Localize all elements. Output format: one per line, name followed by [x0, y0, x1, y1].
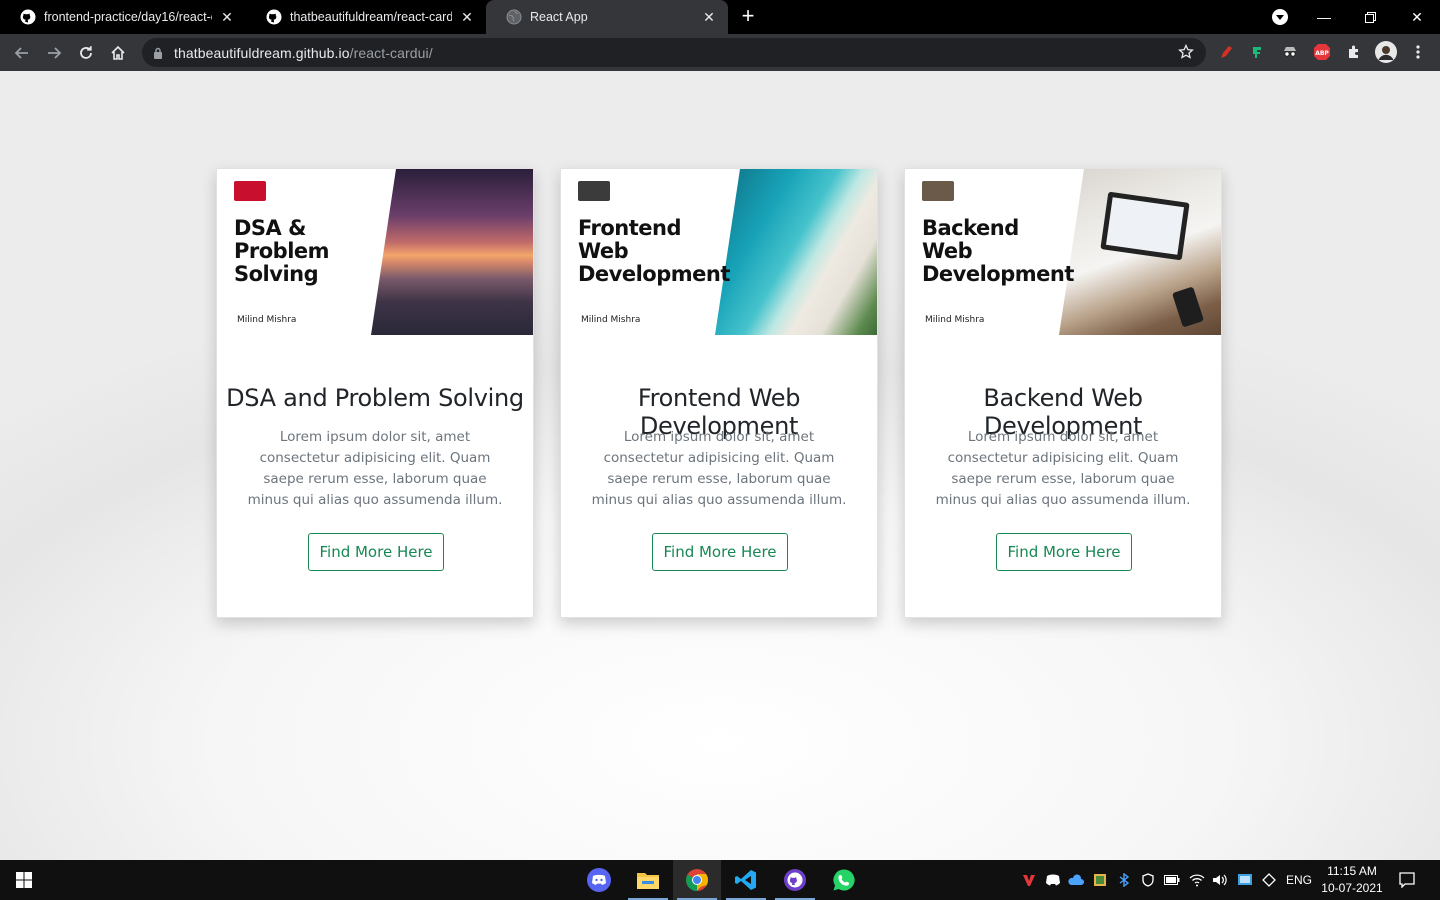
- beach-palm-image: [715, 169, 877, 335]
- page-viewport: DSA & Problem Solving Milind Mishra DSA …: [0, 71, 1440, 860]
- windows-taskbar: ENG 11:15 AM 10-07-2021: [0, 860, 1440, 900]
- github-desktop-icon[interactable]: [771, 860, 819, 900]
- app-tray-icon[interactable]: [1092, 872, 1108, 888]
- spy-extension-icon[interactable]: [1280, 42, 1300, 62]
- dino-extension-icon[interactable]: [1248, 42, 1268, 62]
- adblock-plus-icon[interactable]: ABP: [1312, 42, 1332, 62]
- card-thumbnail: Backend Web Development Milind Mishra: [905, 169, 1221, 335]
- course-card: Frontend Web Development Milind Mishra F…: [560, 168, 878, 618]
- tab-search-icon[interactable]: [1272, 9, 1288, 25]
- volume-icon[interactable]: [1212, 872, 1228, 888]
- marker-extension-icon[interactable]: [1216, 42, 1236, 62]
- close-tab-icon[interactable]: ✕: [458, 8, 476, 26]
- discord-tray-icon[interactable]: [1045, 872, 1061, 888]
- profile-avatar[interactable]: [1375, 41, 1397, 63]
- find-more-button[interactable]: Find More Here: [652, 533, 788, 571]
- desert-sunset-image: [371, 169, 533, 335]
- windows-start-icon[interactable]: [0, 860, 48, 900]
- card-description: Lorem ipsum dolor sit, amet consectetur …: [247, 429, 503, 508]
- wifi-icon[interactable]: [1189, 872, 1205, 888]
- card-description: Lorem ipsum dolor sit, amet consectetur …: [935, 429, 1191, 508]
- minimize-button[interactable]: —: [1301, 0, 1347, 34]
- monitor-tray-icon[interactable]: [1237, 872, 1253, 888]
- clock-time: 11:15 AM: [1327, 864, 1377, 878]
- battery-icon[interactable]: [1164, 872, 1180, 888]
- thumbnail-author: Milind Mishra: [237, 315, 297, 325]
- whatsapp-icon[interactable]: [820, 860, 868, 900]
- close-tab-icon[interactable]: ✕: [700, 8, 718, 26]
- github-icon: [20, 9, 36, 25]
- thumbnail-author: Milind Mishra: [581, 315, 641, 325]
- globe-icon: [506, 9, 522, 25]
- card-thumbnail: DSA & Problem Solving Milind Mishra: [217, 169, 533, 335]
- tab-title: React App: [530, 10, 588, 24]
- backend-logo-icon: [922, 181, 954, 201]
- thumbnail-heading: Frontend Web Development: [578, 216, 730, 286]
- thumbnail-author: Milind Mishra: [925, 315, 985, 325]
- close-tab-icon[interactable]: ✕: [218, 8, 236, 26]
- new-tab-button[interactable]: +: [738, 5, 758, 27]
- tab-frontend-practice[interactable]: frontend-practice/day16/react-ca ✕: [0, 0, 246, 34]
- browser-tab-bar: frontend-practice/day16/react-ca ✕ thatb…: [0, 0, 1440, 34]
- tab-react-app[interactable]: React App ✕: [486, 0, 728, 34]
- notification-center-icon[interactable]: [1399, 872, 1415, 888]
- file-explorer-icon[interactable]: [624, 860, 672, 900]
- thumbnail-heading: DSA & Problem Solving: [234, 216, 330, 286]
- course-card: Backend Web Development Milind Mishra Ba…: [904, 168, 1222, 618]
- cloud-tray-icon[interactable]: [1068, 872, 1084, 888]
- find-more-button[interactable]: Find More Here: [996, 533, 1132, 571]
- bookmark-star-icon[interactable]: [1178, 43, 1194, 65]
- browser-menu-icon[interactable]: [1408, 42, 1428, 62]
- close-window-button[interactable]: ✕: [1394, 0, 1440, 34]
- find-more-button[interactable]: Find More Here: [308, 533, 444, 571]
- lock-icon[interactable]: [153, 46, 163, 64]
- course-card: DSA & Problem Solving Milind Mishra DSA …: [216, 168, 534, 618]
- home-icon[interactable]: [104, 39, 132, 67]
- tab-react-cardui-repo[interactable]: thatbeautifuldream/react-cardui: ✕: [246, 0, 486, 34]
- clock-date: 10-07-2021: [1321, 881, 1383, 895]
- input-language[interactable]: ENG: [1286, 873, 1312, 887]
- card-description: Lorem ipsum dolor sit, amet consectetur …: [591, 429, 847, 508]
- tab-title: thatbeautifuldream/react-cardui:: [290, 10, 452, 24]
- url-path: /react-cardui/: [349, 45, 433, 61]
- tab-title: frontend-practice/day16/react-ca: [44, 10, 212, 24]
- url-host: thatbeautifuldream.github.io: [174, 45, 350, 61]
- svg-text:ABP: ABP: [1315, 50, 1329, 57]
- system-clock[interactable]: 11:15 AM 10-07-2021: [1320, 863, 1384, 897]
- vscode-icon[interactable]: [722, 860, 770, 900]
- bluetooth-icon[interactable]: [1116, 872, 1132, 888]
- back-icon[interactable]: [8, 39, 36, 67]
- frontend-logo-icon: [578, 181, 610, 201]
- address-bar[interactable]: thatbeautifuldream.github.io/react-cardu…: [142, 38, 1206, 67]
- chrome-icon[interactable]: [673, 860, 721, 900]
- github-icon: [266, 9, 282, 25]
- extensions-puzzle-icon[interactable]: [1344, 42, 1364, 62]
- discord-icon[interactable]: [575, 860, 623, 900]
- thumbnail-heading: Backend Web Development: [922, 216, 1074, 286]
- restore-button[interactable]: [1347, 0, 1393, 34]
- windows-security-icon[interactable]: [1140, 872, 1156, 888]
- reload-icon[interactable]: [72, 39, 100, 67]
- dsa-logo-icon: [234, 181, 266, 201]
- diamond-tray-icon[interactable]: [1261, 872, 1277, 888]
- url-text: thatbeautifuldream.github.io/react-cardu…: [174, 45, 433, 61]
- vivaldi-tray-icon[interactable]: [1021, 872, 1037, 888]
- forward-icon[interactable]: [40, 39, 68, 67]
- card-thumbnail: Frontend Web Development Milind Mishra: [561, 169, 877, 335]
- laptop-desk-image: [1059, 169, 1221, 335]
- browser-toolbar: thatbeautifuldream.github.io/react-cardu…: [0, 34, 1440, 71]
- card-title: DSA and Problem Solving: [226, 384, 524, 412]
